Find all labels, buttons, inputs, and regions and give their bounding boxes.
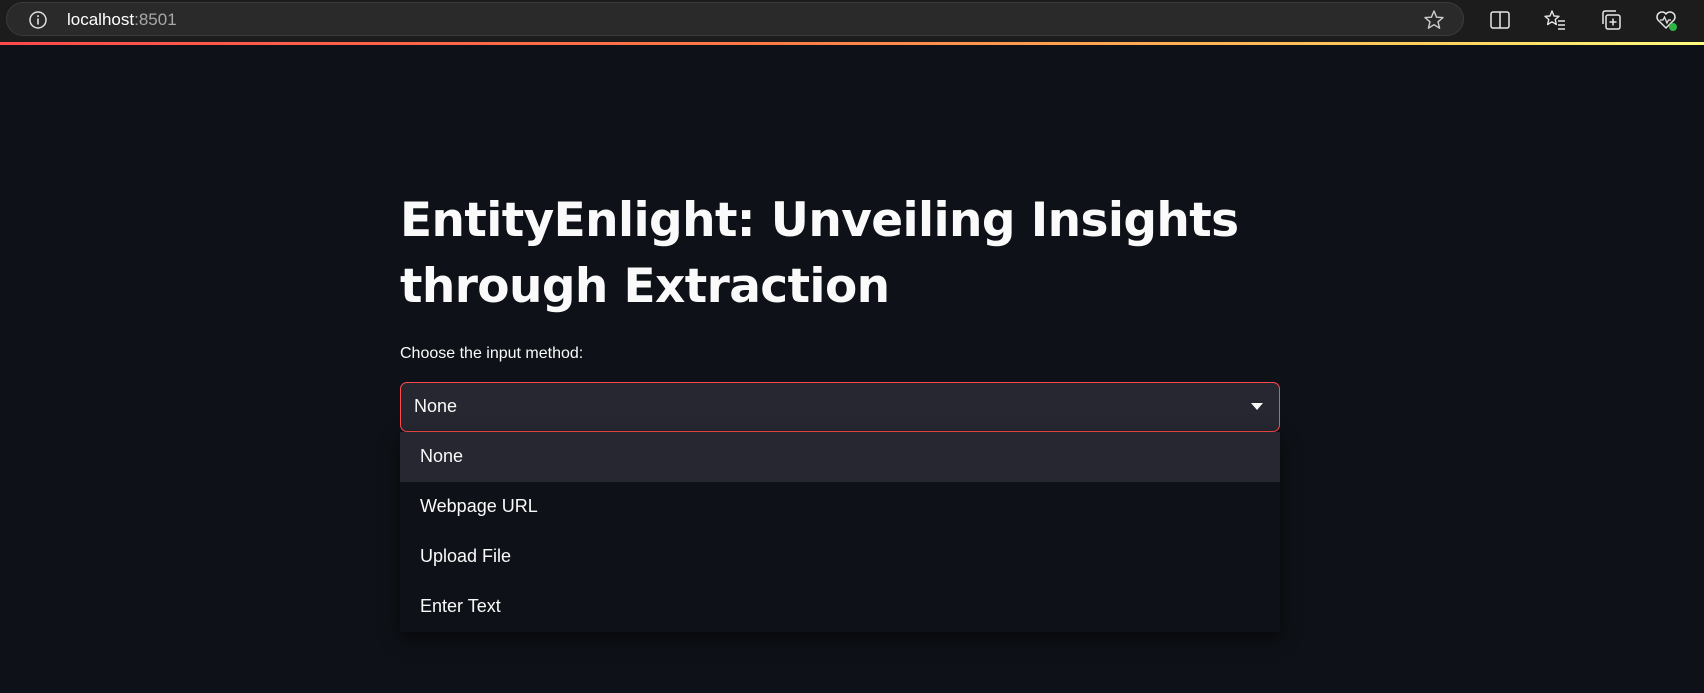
favorite-star-icon[interactable] [1423,9,1445,31]
browser-essentials-icon[interactable] [1654,8,1678,32]
main-content: EntityEnlight: Unveiling Insights throug… [400,45,1280,693]
option-none[interactable]: None [400,432,1280,482]
page-title: EntityEnlight: Unveiling Insights throug… [400,193,1239,314]
browser-toolbar: localhost:8501 [0,0,1704,42]
favorites-icon[interactable] [1543,8,1567,32]
option-upload-file[interactable]: Upload File [400,532,1280,582]
option-webpage-url[interactable]: Webpage URL [400,482,1280,532]
url-host: localhost [67,10,135,29]
split-screen-icon[interactable] [1488,8,1512,32]
info-icon[interactable] [28,10,48,30]
address-bar[interactable]: localhost:8501 [6,2,1464,36]
input-method-label: Choose the input method: [400,345,584,362]
url-text[interactable]: localhost:8501 [67,10,177,30]
chevron-down-icon[interactable] [1251,403,1263,410]
input-method-select[interactable]: None [400,382,1280,432]
option-enter-text[interactable]: Enter Text [400,582,1280,632]
url-port: :8501 [134,10,177,29]
dropdown-menu: None Webpage URL Upload File Enter Text [400,432,1280,632]
selected-value: None [414,396,458,416]
collections-icon[interactable] [1599,8,1623,32]
